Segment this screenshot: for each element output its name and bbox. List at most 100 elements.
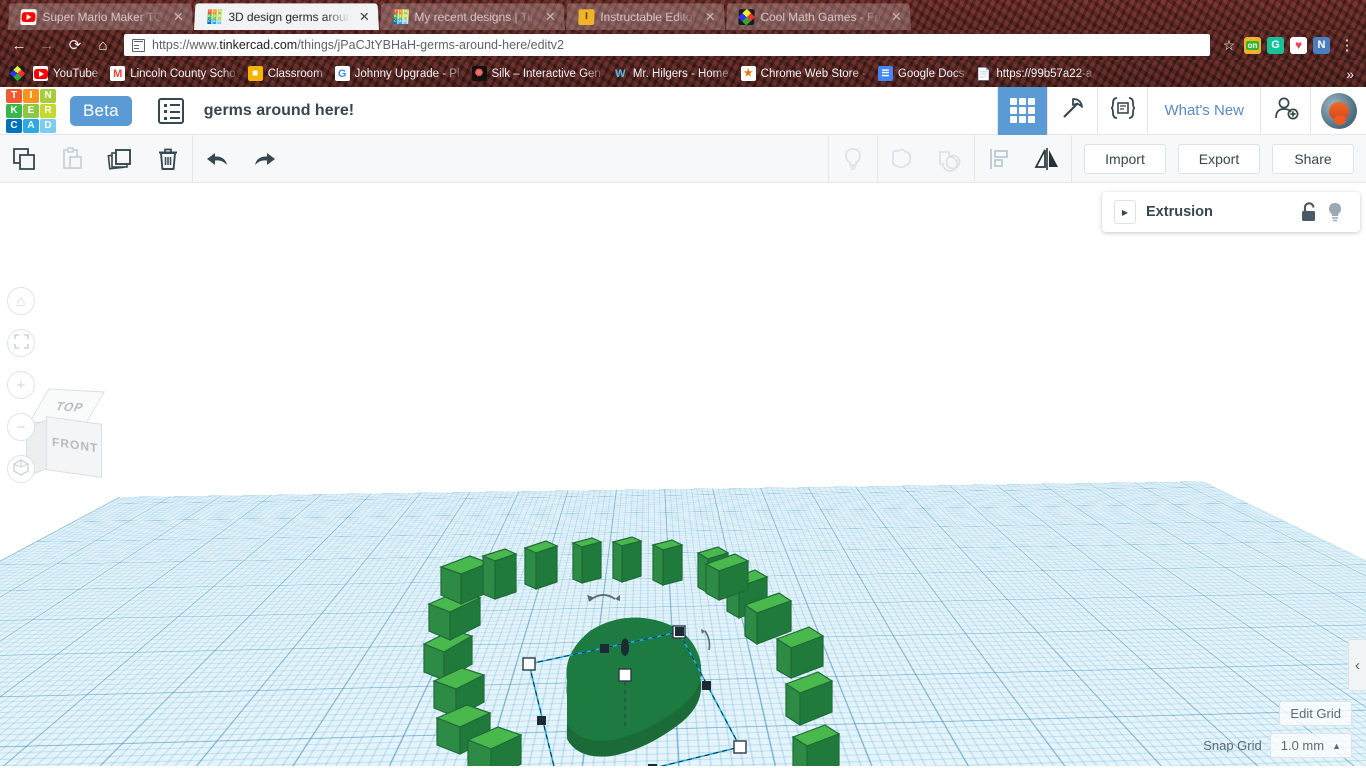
close-icon[interactable]: ✕ [888,9,905,25]
redo-button[interactable] [241,135,289,183]
honey-icon[interactable]: on [1244,36,1261,54]
resize-handle-edge[interactable] [702,681,711,690]
youtube-icon [33,66,48,81]
bookmark-item[interactable]: ■ Classroom [242,64,329,83]
close-icon[interactable]: ✕ [542,9,559,25]
invite-people-button[interactable] [1260,86,1310,135]
share-button[interactable]: Share [1272,143,1354,174]
browser-tab-active[interactable]: TIN KER CAD 3D design germs around ✕ [194,3,379,30]
paste-button[interactable] [48,135,96,183]
user-menu-button[interactable] [1310,86,1366,135]
resize-handle-corner[interactable] [522,657,536,671]
close-icon[interactable]: ✕ [702,9,718,25]
browser-tab[interactable]: TIN KER CAD My recent designs | Tink ✕ [380,3,565,30]
page-info-icon[interactable] [132,38,145,52]
page-title[interactable]: germs around here! [204,102,354,120]
align-button[interactable] [975,135,1023,183]
fit-view-button[interactable] [7,329,35,357]
block-shape[interactable] [571,537,603,584]
design-menu-button[interactable] [157,97,184,124]
codeblocks-button[interactable] [1097,86,1147,135]
bookmark-item[interactable]: 📄 https://99b57a22-a [970,64,1098,83]
rotate-handle-top[interactable] [587,594,620,602]
address-bar[interactable]: https://www.tinkercad.com/things/jPaCJtY… [124,34,1210,56]
beta-badge: Beta [70,95,132,126]
unicorn-icon[interactable]: ♥ [1290,36,1307,54]
grammarly-icon[interactable]: G [1267,36,1284,54]
blocks-button[interactable] [1047,86,1097,135]
home-button[interactable]: ⌂ [90,32,116,58]
back-button[interactable]: ← [6,32,32,58]
panel-expand-button[interactable]: ▶ [1114,200,1136,224]
rotate-handle-right[interactable] [701,629,711,651]
fit-to-view-icon [13,333,29,353]
reload-button[interactable]: ⟳ [62,32,88,58]
bookmark-item[interactable]: M Lincoln County Scho [104,64,241,83]
block-shape[interactable] [775,626,825,680]
block-shape[interactable] [651,539,684,586]
delete-button[interactable] [144,135,192,183]
resize-handle-edge[interactable] [648,764,657,766]
duplicate-button[interactable] [96,135,144,183]
import-button[interactable]: Import [1084,143,1166,174]
bookmark-item[interactable]: ✺ Silk – Interactive Gen [466,64,607,83]
cone-handle[interactable] [621,638,629,657]
group-button[interactable] [878,135,926,183]
bookmark-item[interactable]: ★ Chrome Web Store - [735,64,872,83]
zoom-in-button[interactable]: + [7,371,35,399]
bookmark-item[interactable]: YouTube [27,64,104,83]
browser-tab[interactable]: Super Mario Maker TOP ✕ [8,3,193,30]
logo-letter: D [40,118,56,133]
block-shape[interactable] [481,548,518,600]
export-button[interactable]: Export [1178,143,1260,174]
block-shape[interactable] [523,540,559,590]
browser-chrome: Super Mario Maker TOP ✕ TIN KER CAD 3D d… [0,0,1366,87]
browser-tab[interactable]: I Instructable Editor ✕ [566,3,725,30]
forward-button[interactable]: → [34,32,60,58]
resize-handle-edge[interactable] [600,644,609,653]
bookmark-item[interactable]: ☰ Google Docs [872,64,970,83]
app-header: T I N K E R C A D Beta germs around here… [0,86,1366,135]
ungroup-button[interactable] [926,135,974,183]
bookmark-item[interactable] [4,64,27,83]
lightbulb-icon[interactable] [1322,199,1348,225]
3d-viewport[interactable]: TOP FRONT ⌂ + − ‹ Edit Grid Snap Grid 1.… [0,184,1366,766]
browser-tab-strip: Super Mario Maker TOP ✕ TIN KER CAD 3D d… [0,0,1366,30]
projection-toggle-button[interactable] [7,455,35,483]
extrusion-panel[interactable]: ▶ Extrusion [1102,192,1360,232]
panel-collapse-handle[interactable]: ‹ [1348,639,1366,691]
bookmarks-overflow-button[interactable]: » [1338,66,1362,82]
snap-grid-select[interactable]: 1.0 mm ▲ [1269,733,1352,758]
designs-grid-button[interactable] [997,86,1048,135]
chrome-menu-icon[interactable]: ⋮ [1334,32,1360,58]
bookmark-star-icon[interactable]: ☆ [1218,37,1240,54]
bookmark-item[interactable]: G Johnny Upgrade - Pl [329,64,466,83]
resize-handle-edge[interactable] [675,627,684,636]
mirror-button[interactable] [1023,135,1071,183]
notion-icon[interactable]: N [1313,36,1330,54]
view-cube[interactable]: TOP FRONT [24,388,112,480]
block-shape[interactable] [791,724,841,766]
header-actions: What's New [997,86,1366,135]
copy-button[interactable] [0,135,48,183]
logo-letter: E [23,103,39,118]
chevron-up-icon: ▲ [1332,740,1341,751]
tinkercad-logo[interactable]: T I N K E R C A D [6,88,56,133]
edit-grid-button[interactable]: Edit Grid [1279,701,1352,726]
whats-new-link[interactable]: What's New [1147,86,1260,135]
unlocked-padlock-icon[interactable] [1296,199,1322,225]
hide-button[interactable] [829,135,877,183]
toolbar-divider [1071,134,1072,183]
close-icon[interactable]: ✕ [356,9,373,25]
close-icon[interactable]: ✕ [170,9,187,25]
home-view-button[interactable]: ⌂ [7,287,35,315]
browser-tab[interactable]: Cool Math Games - Free ✕ [725,3,911,30]
block-shape[interactable] [439,555,491,605]
zoom-out-button[interactable]: − [7,413,35,441]
bookmark-item[interactable]: W Mr. Hilgers - Home [607,64,735,83]
undo-button[interactable] [193,135,241,183]
resize-handle-corner[interactable] [733,740,747,754]
resize-handle-edge[interactable] [537,716,546,725]
block-shape[interactable] [784,671,834,727]
block-shape[interactable] [611,536,643,583]
